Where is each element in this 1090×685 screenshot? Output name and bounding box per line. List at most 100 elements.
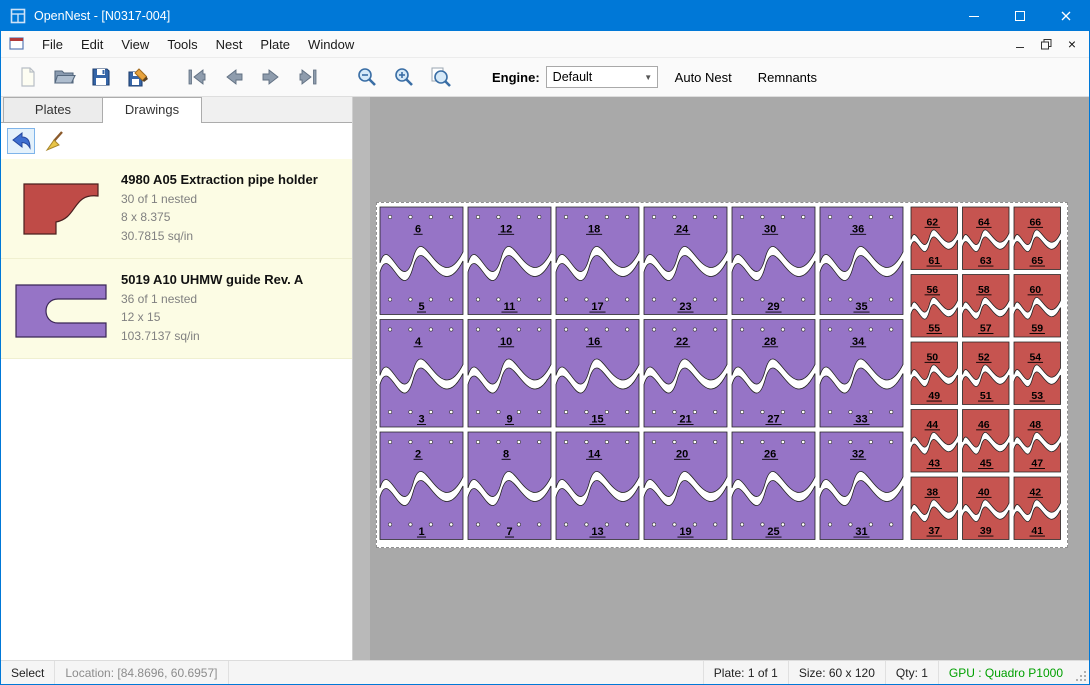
previous-plate-button[interactable]: [218, 61, 250, 93]
part-thumbnail-purple: [9, 278, 113, 340]
next-plate-button[interactable]: [255, 61, 287, 93]
drill-hole: [714, 215, 717, 218]
tab-plates[interactable]: Plates: [3, 97, 103, 122]
mdi-minimize-button[interactable]: [1009, 34, 1031, 54]
maximize-icon: [1015, 11, 1025, 21]
nest-cell: 4443: [911, 410, 958, 473]
last-plate-button[interactable]: [292, 61, 324, 93]
nest-cell: 6059: [1014, 275, 1061, 338]
open-folder-icon: [53, 66, 76, 88]
minimize-button[interactable]: [951, 1, 997, 31]
part-number: 15: [591, 414, 603, 426]
part-number: 10: [500, 336, 512, 348]
drill-hole: [585, 440, 588, 443]
app-icon: [10, 8, 26, 24]
drill-hole: [564, 440, 567, 443]
list-item-extraction-pipe-holder[interactable]: 4980 A05 Extraction pipe holder 30 of 1 …: [1, 159, 352, 259]
nest-cell: 6463: [963, 207, 1010, 270]
part-number: 19: [679, 526, 691, 538]
auto-nest-button[interactable]: Auto Nest: [666, 64, 741, 91]
close-button[interactable]: [1043, 1, 1089, 31]
zoom-out-button[interactable]: [351, 61, 383, 93]
drill-hole: [429, 410, 432, 413]
menu-nest[interactable]: Nest: [207, 33, 252, 56]
drill-hole: [802, 523, 805, 526]
part-number: 45: [980, 458, 992, 470]
plate[interactable]: 6512111817242330293635431091615222128273…: [376, 202, 1068, 548]
part-number: 16: [588, 336, 600, 348]
tab-drawings[interactable]: Drawings: [102, 97, 202, 123]
clear-nest-button[interactable]: [41, 128, 69, 154]
main-toolbar: Engine: Default ▼ Auto Nest Remnants: [1, 58, 1089, 97]
nest-cell: 3433: [820, 320, 903, 428]
mdi-restore-button[interactable]: [1035, 34, 1057, 54]
nest-cell: 4039: [963, 477, 1010, 540]
menu-tools[interactable]: Tools: [158, 33, 206, 56]
drill-hole: [429, 523, 432, 526]
remnants-button[interactable]: Remnants: [749, 64, 826, 91]
nest-canvas[interactable]: 6512111817242330293635431091615222128273…: [353, 97, 1089, 660]
previous-arrow-icon: [223, 66, 245, 88]
first-plate-button[interactable]: [181, 61, 213, 93]
drill-hole: [517, 298, 520, 301]
drill-hole: [564, 410, 567, 413]
drill-hole: [409, 298, 412, 301]
part-number: 9: [506, 414, 512, 426]
menu-plate[interactable]: Plate: [251, 33, 299, 56]
menu-edit[interactable]: Edit: [72, 33, 112, 56]
part-number: 59: [1031, 323, 1043, 335]
drill-hole: [890, 298, 893, 301]
drill-hole: [693, 523, 696, 526]
drill-hole: [585, 215, 588, 218]
part-number: 39: [980, 525, 992, 537]
drill-hole: [693, 410, 696, 413]
drill-hole: [714, 298, 717, 301]
drill-hole: [890, 523, 893, 526]
drill-hole: [890, 215, 893, 218]
drill-hole: [890, 410, 893, 413]
drill-hole: [585, 410, 588, 413]
maximize-button[interactable]: [997, 1, 1043, 31]
drill-hole: [849, 298, 852, 301]
part-number: 44: [926, 419, 938, 431]
resize-grip[interactable]: [1073, 661, 1089, 684]
return-parts-button[interactable]: [7, 128, 35, 154]
drill-hole: [849, 328, 852, 331]
nest-cell: 87: [468, 432, 551, 540]
drill-hole: [626, 410, 629, 413]
open-file-button[interactable]: [48, 61, 80, 93]
mdi-close-button[interactable]: ×: [1061, 34, 1083, 54]
nest-cell: 3231: [820, 432, 903, 540]
engine-select[interactable]: Default ▼: [546, 66, 658, 88]
zoom-fit-button[interactable]: [425, 61, 457, 93]
part-number: 11: [504, 301, 516, 313]
drill-hole: [652, 410, 655, 413]
nest-cell: 2827: [732, 320, 815, 428]
nest-cell: 10 9: [468, 320, 551, 428]
zoom-in-button[interactable]: [388, 61, 420, 93]
drill-hole: [538, 523, 541, 526]
drill-hole: [476, 410, 479, 413]
save-button[interactable]: [85, 61, 117, 93]
drill-hole: [673, 215, 676, 218]
menu-file[interactable]: File: [33, 33, 72, 56]
part-number: 56: [926, 284, 938, 296]
broom-icon: [44, 130, 66, 152]
vertical-scrollbar[interactable]: [353, 97, 370, 660]
window-controls: [951, 1, 1089, 31]
part-number: 1: [418, 526, 424, 538]
close-icon: [1060, 10, 1072, 22]
part-number: 41: [1031, 525, 1043, 537]
drawing-nested-count: 30 of 1 nested: [121, 190, 318, 209]
menu-window[interactable]: Window: [299, 33, 363, 56]
save-as-button[interactable]: [122, 61, 154, 93]
menu-view[interactable]: View: [112, 33, 158, 56]
new-file-button[interactable]: [11, 61, 43, 93]
status-spacer: [229, 661, 703, 684]
nest-cell: 43: [380, 320, 463, 428]
drawing-title: 5019 A10 UHMW guide Rev. A: [121, 272, 303, 287]
drill-hole: [497, 328, 500, 331]
list-item-uhmw-guide[interactable]: 5019 A10 UHMW guide Rev. A 36 of 1 neste…: [1, 259, 352, 359]
chevron-down-icon: ▼: [640, 67, 657, 87]
drill-hole: [538, 215, 541, 218]
